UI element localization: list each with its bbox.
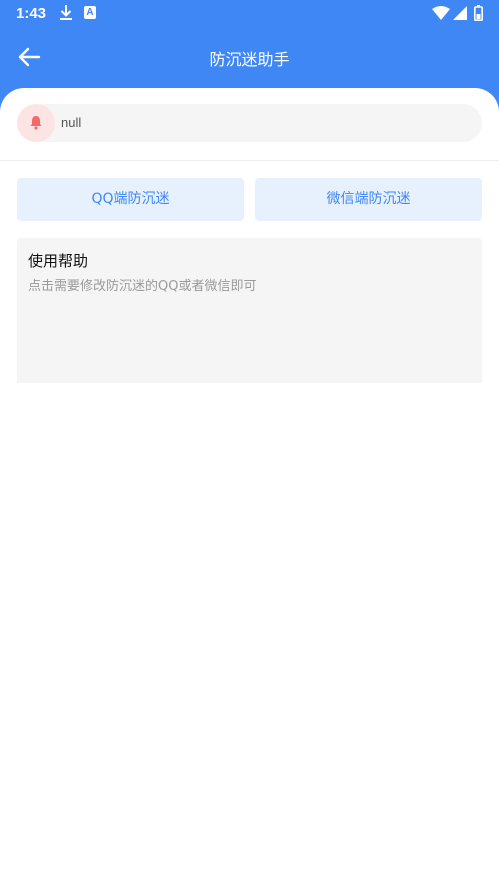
status-bar: 1:43 A xyxy=(0,0,499,28)
wechat-anti-addiction-button[interactable]: 微信端防沉迷 xyxy=(255,178,482,221)
help-description: 点击需要修改防沉迷的QQ或者微信即可 xyxy=(28,279,257,294)
wifi-icon xyxy=(432,6,450,20)
navigation-bar: 防沉迷助手 xyxy=(0,30,499,84)
page-title: 防沉迷助手 xyxy=(209,50,290,69)
help-card: 使用帮助 点击需要修改防沉迷的QQ或者微信即可 xyxy=(17,238,482,383)
notice-bar: null xyxy=(17,104,482,142)
app-notification-icon: A xyxy=(84,6,96,19)
download-icon xyxy=(60,5,72,20)
content-sheet: null QQ端防沉迷 微信端防沉迷 使用帮助 点击需要修改防沉迷的QQ或者微信… xyxy=(0,88,499,383)
status-time: 1:43 xyxy=(16,5,47,22)
battery-icon xyxy=(474,5,483,21)
qq-anti-addiction-button[interactable]: QQ端防沉迷 xyxy=(17,178,244,221)
help-title: 使用帮助 xyxy=(28,252,89,270)
signal-icon xyxy=(453,6,467,20)
notice-text: null xyxy=(61,115,82,130)
bell-icon xyxy=(30,116,42,130)
divider xyxy=(0,160,499,161)
bell-icon-badge xyxy=(17,104,55,142)
